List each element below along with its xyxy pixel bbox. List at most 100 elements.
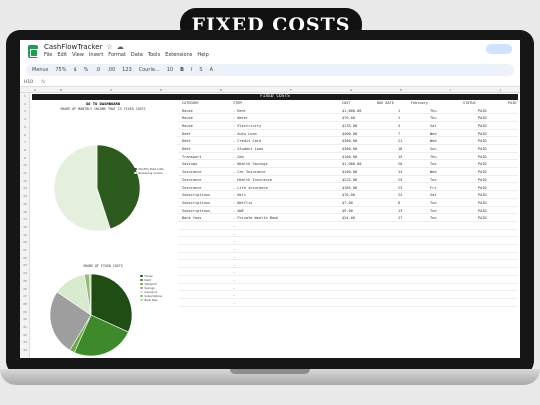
row-number[interactable]: 15 [20, 202, 30, 206]
toolbar-item[interactable]: Menus [32, 67, 48, 73]
toolbar-item[interactable]: S [199, 67, 202, 73]
table-row[interactable]: - [178, 253, 518, 261]
row-number[interactable]: 2 [20, 102, 30, 106]
row-number[interactable]: 24 [20, 271, 30, 275]
row-number[interactable]: 26 [20, 287, 30, 291]
table-row[interactable]: - [178, 284, 518, 292]
menu-file[interactable]: File [44, 52, 52, 58]
table-row[interactable]: - [178, 276, 518, 284]
row-number[interactable]: 21 [20, 248, 30, 252]
row-number[interactable]: 18 [20, 225, 30, 229]
column-letter[interactable]: H [400, 88, 402, 92]
row-number[interactable]: 25 [20, 279, 30, 283]
table-row[interactable]: Savings - Wealth Savings $1,000.00 20 Tue PAI… [178, 160, 518, 169]
column-letter[interactable]: F [290, 88, 292, 92]
table-row[interactable]: Subscriptions - Netflix $7.00 6 Tue PAID [178, 199, 518, 207]
table-row[interactable]: - [178, 230, 518, 238]
row-number[interactable]: 17 [20, 217, 30, 221]
table-row[interactable]: - [178, 261, 518, 269]
cell-category: Insurance [182, 170, 202, 175]
table-row[interactable]: House - Water $70.00 1 Thu PAID [178, 114, 518, 122]
row-number[interactable]: 27 [20, 294, 30, 298]
row-number[interactable]: 8 [20, 148, 30, 152]
toolbar-item[interactable]: % [84, 67, 89, 73]
table-row[interactable]: Subscriptions - Wifi $70.00 24 Sat PAID [178, 191, 518, 199]
row-number[interactable]: 28 [20, 302, 30, 306]
table-row[interactable]: Debt - Credit Card $300.00 21 Wed PAID [178, 137, 518, 145]
row-number[interactable]: 11 [20, 171, 30, 175]
row-number[interactable]: 1 [20, 94, 30, 98]
menu-insert[interactable]: Insert [89, 52, 103, 58]
row-number[interactable]: 34 [20, 348, 30, 352]
table-row[interactable]: - [178, 291, 518, 299]
row-number[interactable]: 6 [20, 133, 30, 137]
table-row[interactable]: Bank fees - Private Wealth Bank $24.00 27 Tu… [178, 214, 518, 222]
document-title[interactable]: CashFlowTracker ☆ ☁ [44, 43, 209, 51]
column-letter[interactable]: A [34, 88, 36, 92]
row-number[interactable]: 31 [20, 325, 30, 329]
column-letter[interactable]: J [500, 88, 501, 92]
column-letter[interactable]: I [450, 88, 451, 92]
row-number[interactable]: 32 [20, 333, 30, 337]
table-row[interactable]: Debt - Auto Loan $400.00 7 Wed PAID [178, 130, 518, 138]
menu-view[interactable]: View [72, 52, 84, 58]
table-row[interactable]: Insurance - Life insurance $185.00 23 Fri PAI… [178, 184, 518, 192]
toolbar-item[interactable]: A [210, 67, 213, 73]
menu-help[interactable]: Help [197, 52, 208, 58]
menu-extensions[interactable]: Extensions [165, 52, 192, 58]
row-number[interactable]: 9 [20, 156, 30, 160]
row-number[interactable]: 14 [20, 194, 30, 198]
toolbar-item[interactable]: 123 [122, 67, 132, 73]
toolbar-item[interactable]: I [191, 67, 192, 73]
column-letter[interactable]: E [220, 88, 222, 92]
table-row[interactable]: House - Rent $1,000.00 1 Thu PAID [178, 107, 518, 115]
toolbar-item[interactable]: $ [73, 67, 76, 73]
column-letter[interactable]: G [350, 88, 352, 92]
row-number[interactable]: 20 [20, 240, 30, 244]
star-icon[interactable]: ☆ [107, 43, 113, 51]
table-row[interactable]: - [178, 268, 518, 276]
toolbar-item[interactable]: B [180, 67, 184, 73]
toolbar-item[interactable]: Courie... [139, 67, 160, 73]
column-letter[interactable]: B [60, 88, 62, 92]
share-button[interactable] [486, 44, 512, 54]
row-number[interactable]: 29 [20, 310, 30, 314]
table-row[interactable]: Subscriptions - AWE $9.00 13 Tue PAID [178, 207, 518, 215]
table-row[interactable]: Transport - Gas $100.00 15 Thu PAID [178, 153, 518, 161]
column-letter[interactable]: D [160, 88, 162, 92]
row-number[interactable]: 30 [20, 317, 30, 321]
toolbar-item[interactable]: 75% [55, 67, 66, 73]
menu-data[interactable]: Data [131, 52, 143, 58]
row-number[interactable]: 3 [20, 109, 30, 113]
table-row[interactable]: - [178, 237, 518, 246]
table-row[interactable]: Insurance - Car Insurance $100.00 14 Wed PAID [178, 168, 518, 176]
row-number[interactable]: 4 [20, 117, 30, 121]
name-box[interactable]: H10 [24, 80, 33, 85]
toolbar-item[interactable]: .0 [95, 67, 100, 73]
menu-edit[interactable]: Edit [57, 52, 67, 58]
row-number[interactable]: 7 [20, 140, 30, 144]
row-number[interactable]: 22 [20, 256, 30, 260]
cell-status: PAID [478, 108, 487, 113]
row-number[interactable]: 10 [20, 163, 30, 167]
menu-format[interactable]: Format [108, 52, 126, 58]
row-number[interactable]: 5 [20, 125, 30, 129]
table-row[interactable]: Insurance - Health Insurance $225.00 25 Tue P… [178, 176, 518, 184]
toolbar-item[interactable]: .00 [107, 67, 115, 73]
table-row[interactable]: Debt - Student Loan $300.00 18 Sun PAID [178, 145, 518, 153]
row-number[interactable]: 33 [20, 340, 30, 344]
row-number[interactable]: 19 [20, 233, 30, 237]
row-number[interactable]: 12 [20, 179, 30, 183]
legend-swatch [140, 294, 143, 298]
row-number[interactable]: 16 [20, 210, 30, 214]
row-number[interactable]: 23 [20, 263, 30, 267]
menu-tools[interactable]: Tools [148, 52, 160, 58]
table-row[interactable]: - [178, 245, 518, 253]
row-number[interactable]: 13 [20, 186, 30, 190]
toolbar-item[interactable]: 10 [167, 67, 173, 73]
table-row[interactable]: - [178, 299, 518, 307]
column-letter[interactable]: C [110, 88, 112, 92]
table-row[interactable]: House - Electricity $135.00 3 Sat PAID [178, 122, 518, 130]
table-row[interactable]: - [178, 222, 518, 230]
dashboard-link[interactable]: GO TO DASHBOARD [44, 101, 162, 106]
